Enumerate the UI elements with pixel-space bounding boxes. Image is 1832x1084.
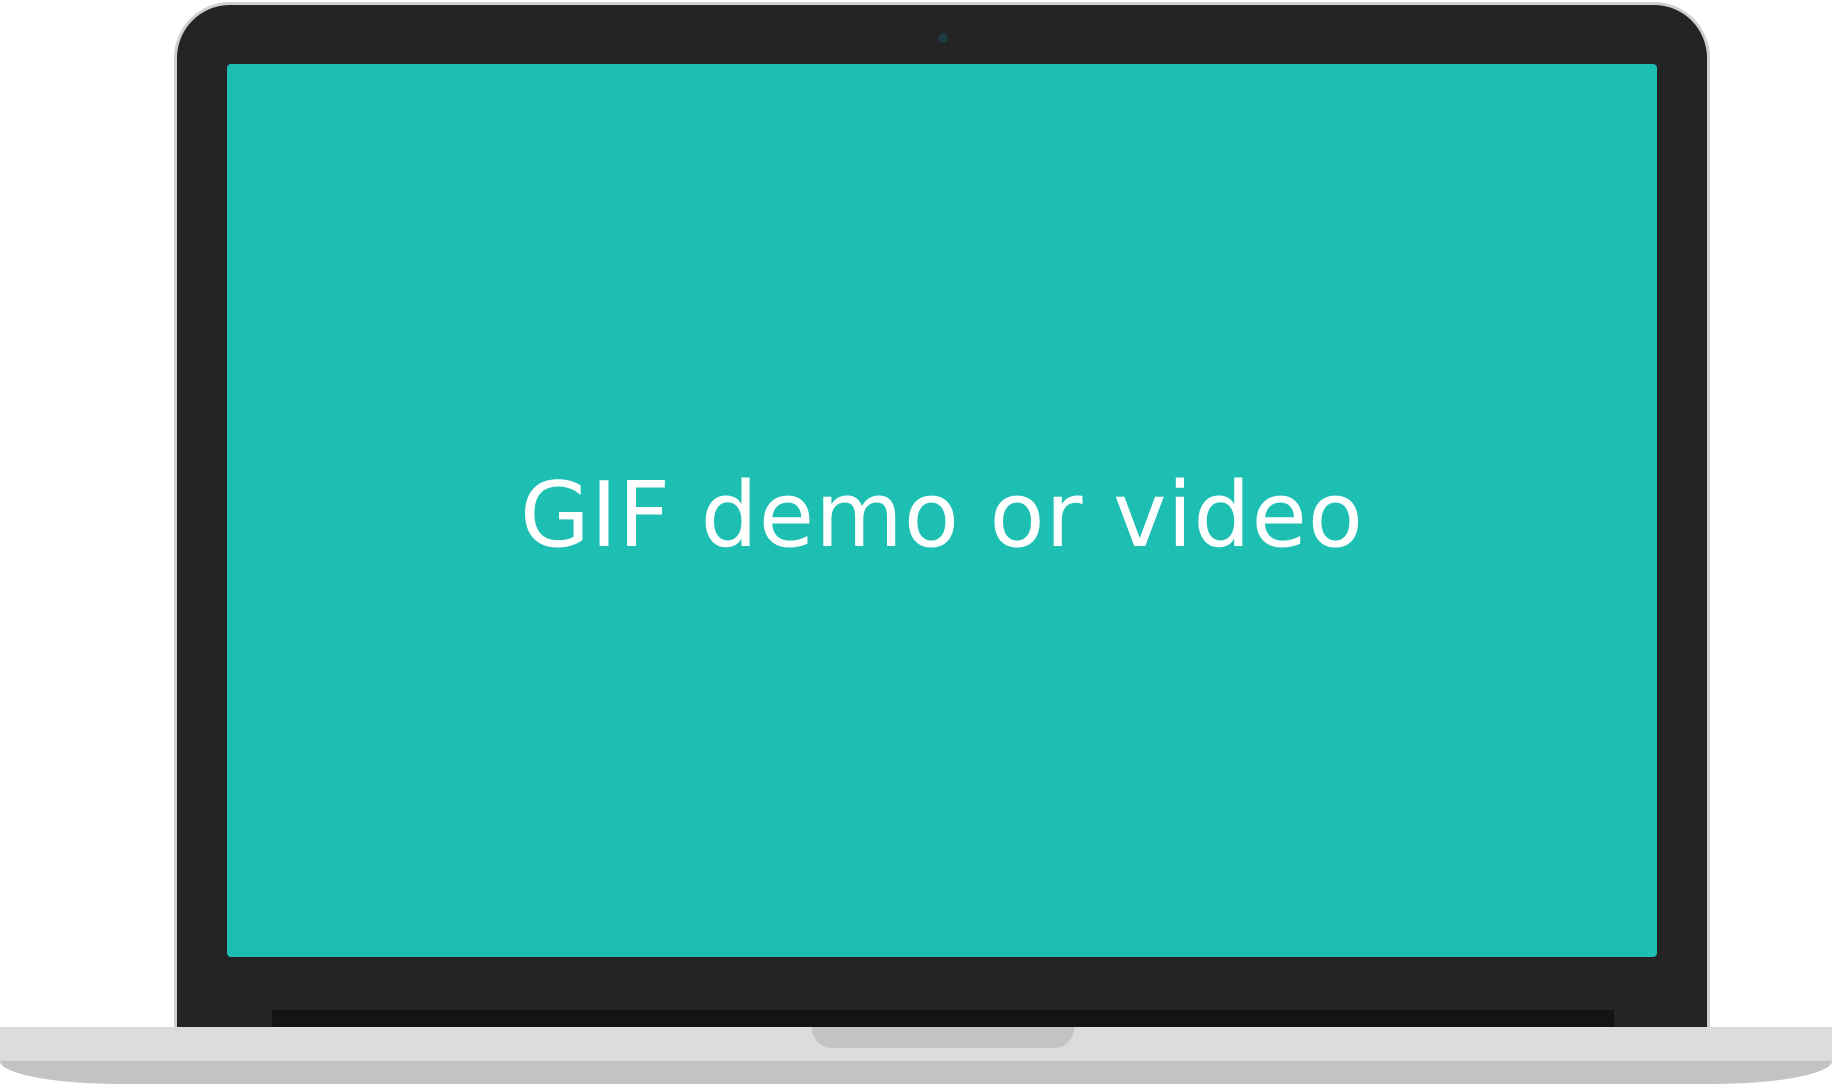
webcam-icon bbox=[938, 33, 948, 43]
screen-placeholder-text: GIF demo or video bbox=[519, 463, 1364, 568]
screen-display: GIF demo or video bbox=[227, 64, 1657, 957]
trackpad-notch bbox=[812, 1027, 1074, 1048]
laptop-base-bottom bbox=[0, 1061, 1832, 1084]
laptop-mockup: GIF demo or video bbox=[0, 0, 1832, 1084]
